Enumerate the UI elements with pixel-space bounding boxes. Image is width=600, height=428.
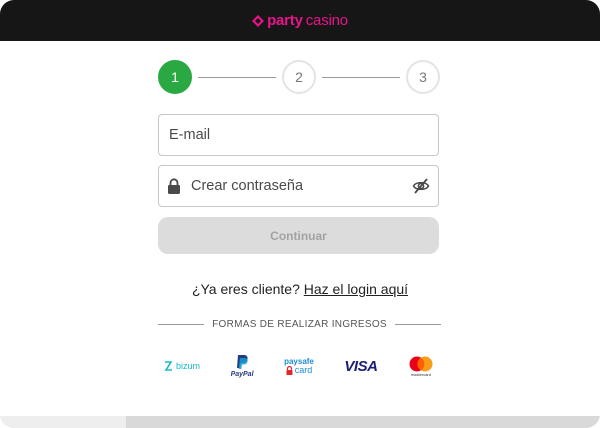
registration-page: partycasino 1 2 3 Continuar ¿Ya eres cli… — [0, 0, 600, 428]
password-field-container — [158, 165, 439, 207]
email-field-container — [158, 114, 439, 156]
bottom-scroll-thumb[interactable] — [0, 416, 126, 428]
partycasino-logo[interactable]: party casino — [252, 12, 348, 29]
paysafecard-logo-icon — [286, 365, 293, 375]
login-prompt: ¿Ya eres cliente? Haz el login aquí — [0, 281, 600, 297]
step-2: 2 — [282, 60, 316, 94]
payment-method-paypal: PayPal — [231, 351, 254, 381]
mastercard-label: mastercard — [410, 371, 431, 377]
bottom-scroll-bar — [0, 416, 600, 428]
payment-method-bizum: bizum — [164, 351, 200, 381]
payment-method-visa: VISA — [344, 351, 378, 381]
payment-methods-list: bizum PayPal paysafe card VISA mastercar… — [158, 351, 440, 381]
login-prompt-text: ¿Ya eres cliente? — [191, 281, 300, 297]
payment-methods-divider: FORMAS DE REALIZAR INGRESOS — [158, 317, 442, 331]
visa-logo-icon: VISA — [344, 357, 378, 375]
paysafe-label-bottom: card — [294, 364, 313, 375]
logo-text-party: party — [267, 12, 303, 29]
logo-text-casino: casino — [305, 12, 348, 29]
step-1-label: 1 — [171, 69, 179, 85]
divider-rule-right — [394, 323, 442, 325]
lock-icon — [168, 178, 180, 194]
email-field[interactable] — [169, 115, 438, 155]
bizum-logo-icon — [164, 361, 173, 371]
mastercard-logo-icon — [409, 356, 433, 371]
eye-slash-icon[interactable] — [412, 177, 430, 195]
diamond-logo-icon — [252, 14, 265, 27]
step-2-label: 2 — [295, 69, 303, 85]
login-link[interactable]: Haz el login aquí — [304, 281, 408, 297]
paysafe-label-bottom-row: card — [286, 364, 313, 375]
registration-stepper: 1 2 3 — [158, 60, 442, 96]
stepper-connector-1 — [198, 77, 276, 78]
payment-method-mastercard: mastercard — [408, 351, 434, 381]
continue-button[interactable]: Continuar — [158, 217, 439, 254]
payment-method-paysafecard: paysafe card — [284, 351, 314, 381]
step-1: 1 — [158, 60, 192, 94]
stepper-connector-2 — [322, 77, 400, 78]
header-bar: party casino — [0, 0, 600, 41]
step-3: 3 — [406, 60, 440, 94]
divider-rule-left — [158, 323, 205, 325]
password-field[interactable] — [191, 166, 412, 206]
payment-methods-title: FORMAS DE REALIZAR INGRESOS — [212, 318, 387, 330]
bizum-label: bizum — [176, 361, 201, 371]
paypal-label: PayPal — [230, 371, 254, 378]
paypal-logo-icon — [237, 355, 248, 369]
step-3-label: 3 — [419, 69, 427, 85]
